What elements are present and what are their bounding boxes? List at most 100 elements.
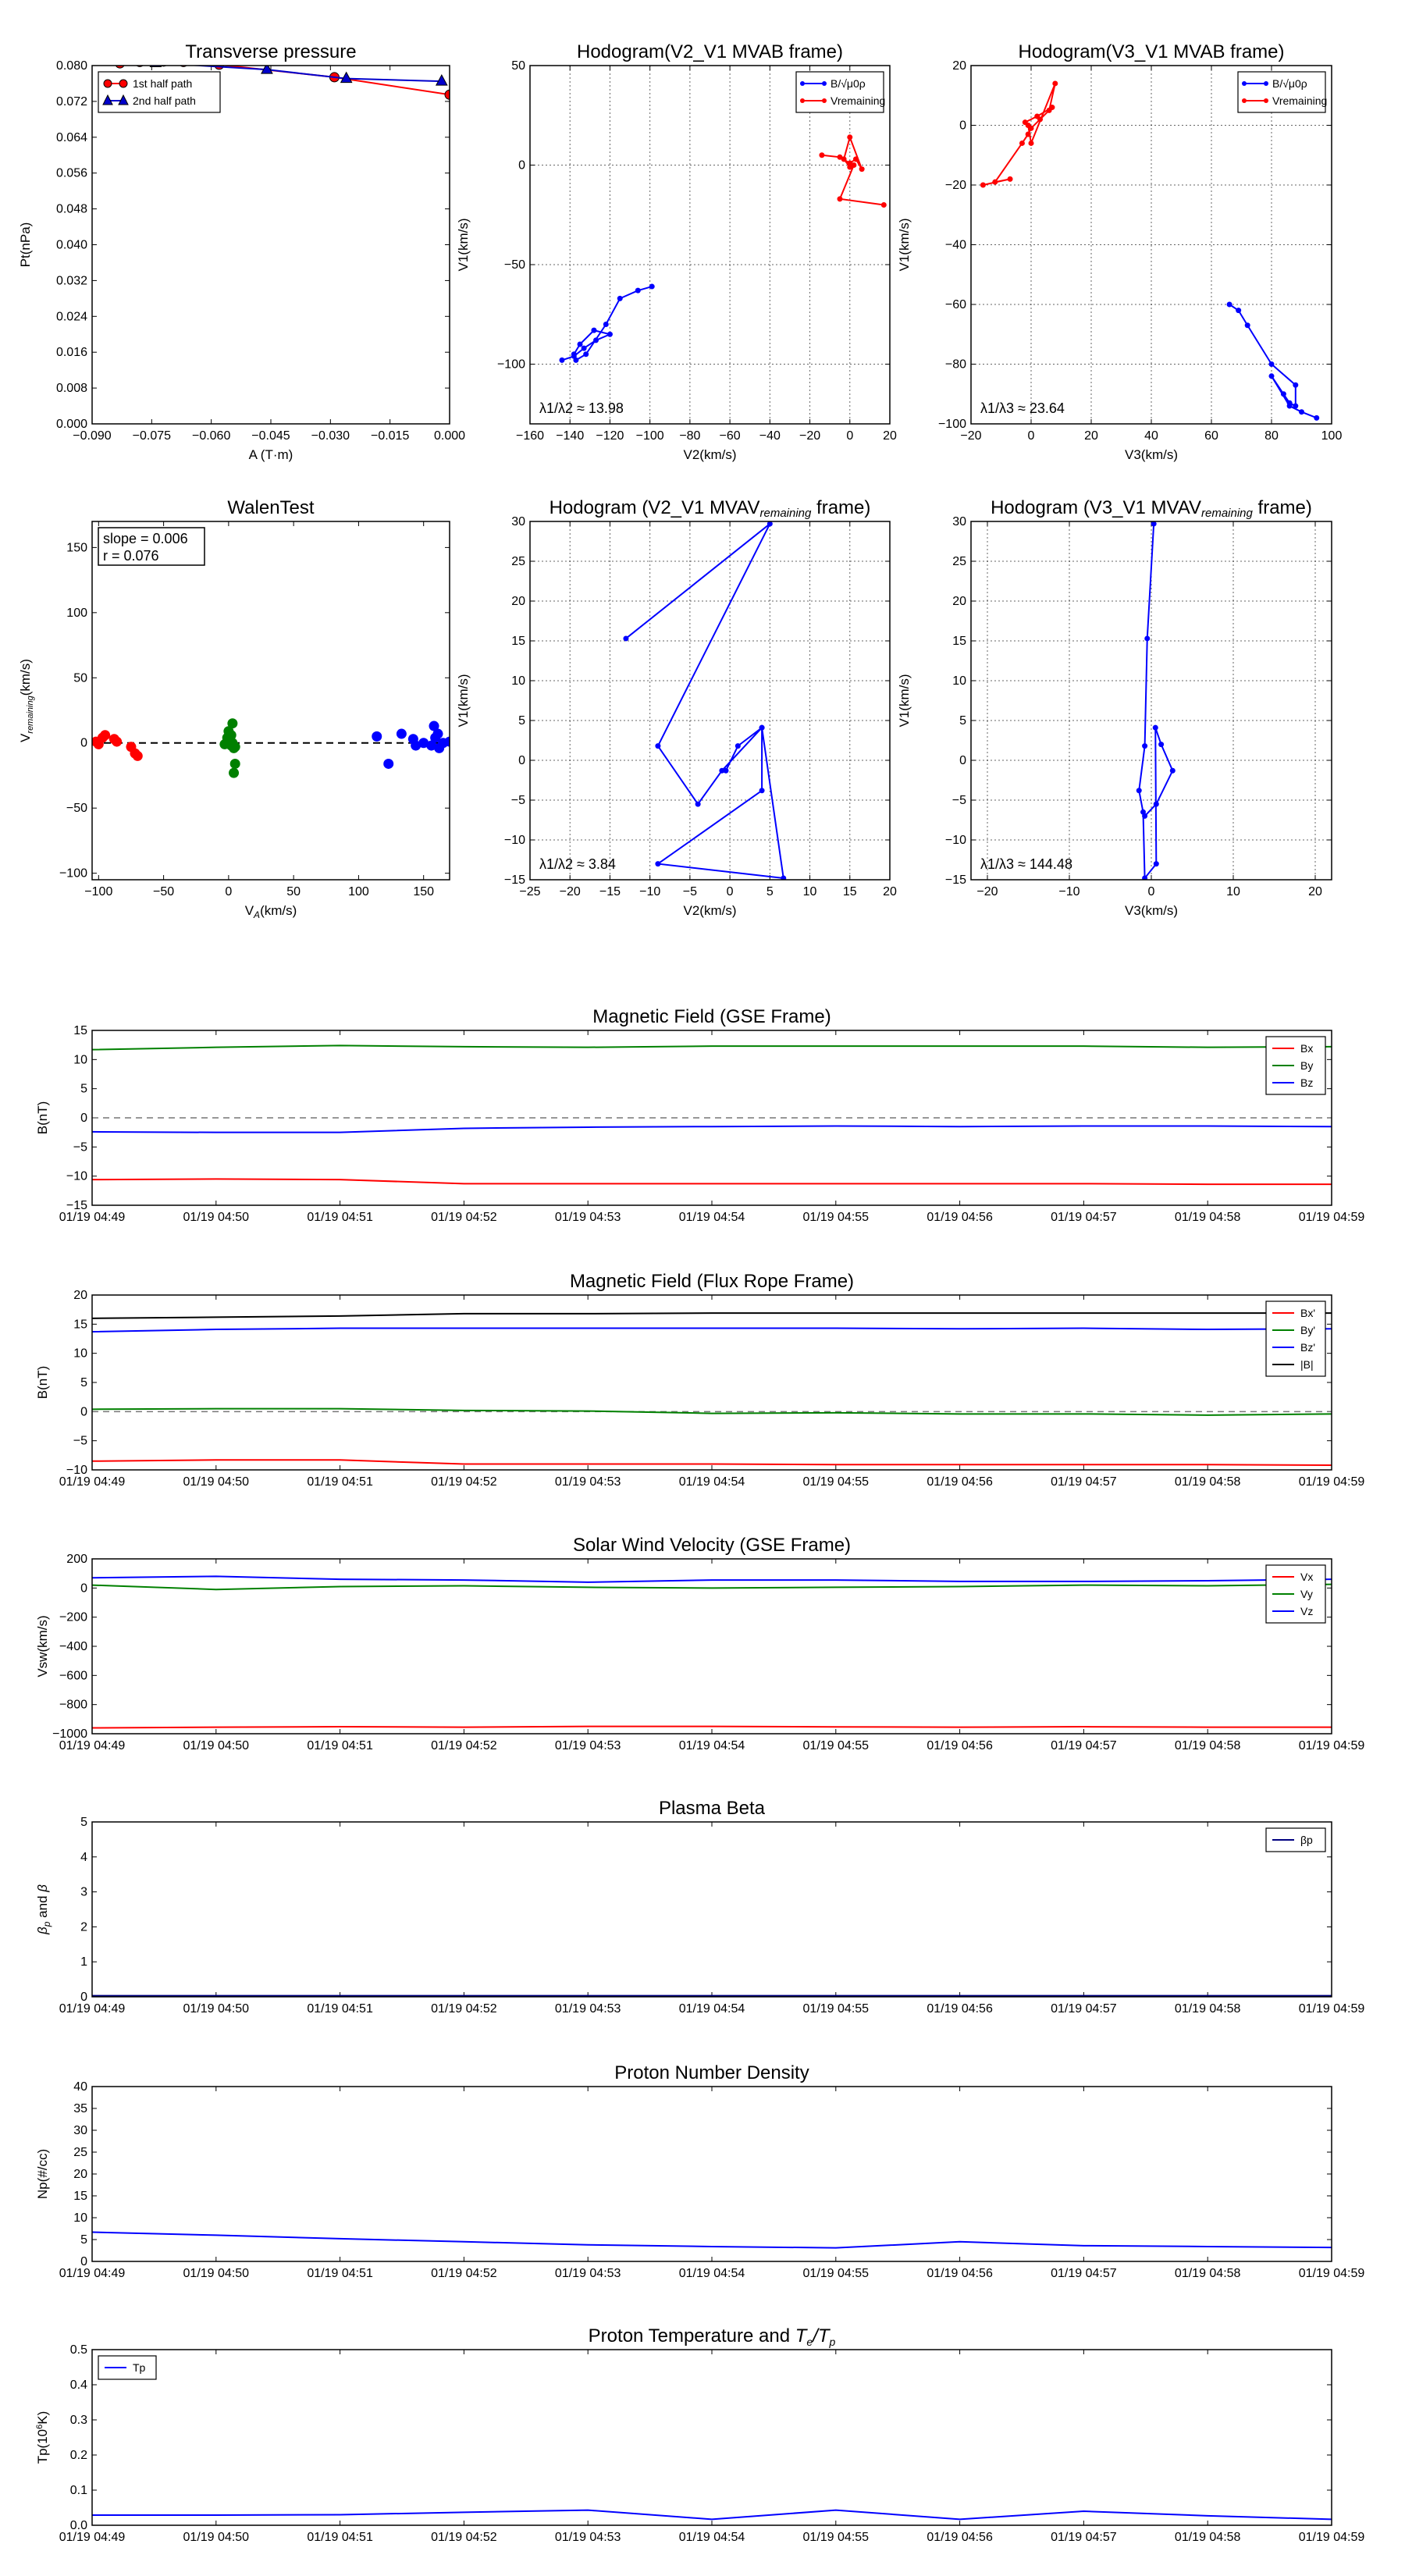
plot-area xyxy=(980,80,1320,421)
plot-area xyxy=(1136,521,1176,880)
x-tick-label: −25 xyxy=(519,885,540,898)
legend: B/√μ0ρ Vremaining xyxy=(795,71,885,113)
plot-area xyxy=(559,134,887,363)
y-tick-label: 25 xyxy=(511,555,525,568)
x-tick-label: 01/19 04:55 xyxy=(803,1475,870,1489)
panel-8: 01/19 04:49 01/19 04:50 01/19 04:51 01/19 0… xyxy=(35,1535,1364,1752)
y-tick-label: 35 xyxy=(73,2102,87,2115)
y-tick-label: −100 xyxy=(59,867,87,881)
y-tick-label: 0.3 xyxy=(70,2414,87,2427)
legend-marker xyxy=(800,98,805,103)
y-tick-label: −10 xyxy=(66,1464,87,1477)
y-tick-label: 0.040 xyxy=(56,239,87,252)
y-axis-label: V1(km/s) xyxy=(456,674,471,728)
x-tick-label: 01/19 04:52 xyxy=(431,1211,497,1224)
x-tick-label: −10 xyxy=(1058,885,1080,898)
panel-1: −160 −140 −120 −100 −80 −60 −40 −20 0 20 −100 −50 0 5… xyxy=(456,41,897,462)
x-tick-label: 01/19 04:53 xyxy=(555,1211,621,1224)
y-axis-label: V1(km/s) xyxy=(897,674,912,728)
series-3-line xyxy=(92,1312,1332,1319)
y-tick-label: −60 xyxy=(945,298,966,311)
x-tick-label: 01/19 04:57 xyxy=(1051,2002,1117,2016)
y-tick-label: 1 xyxy=(80,1955,87,1969)
series-2-line xyxy=(92,1575,1332,1583)
y-tick-label: 0 xyxy=(959,119,966,133)
y-tick-label: 150 xyxy=(66,541,87,554)
data-point xyxy=(229,758,240,769)
plot-frame xyxy=(529,65,891,425)
data-point xyxy=(606,331,613,337)
chart-title: Solar Wind Velocity (GSE Frame) xyxy=(573,1535,851,1556)
data-point xyxy=(396,728,407,739)
x-tick-label: 01/19 04:57 xyxy=(1051,2531,1117,2544)
y-tick-label: 0 xyxy=(80,2255,87,2268)
data-point xyxy=(603,322,609,327)
legend: βp xyxy=(1265,1827,1326,1852)
data-point xyxy=(112,736,123,747)
y-tick-label: 0.056 xyxy=(56,167,87,180)
x-tick-label: 01/19 04:54 xyxy=(679,1475,745,1489)
chart-title: Hodogram(V3_V1 MVAB frame) xyxy=(1018,41,1284,62)
legend-label: Bx' xyxy=(1300,1307,1315,1319)
data-point xyxy=(1236,308,1242,314)
legend-label: Bx xyxy=(1300,1042,1313,1055)
data-point xyxy=(432,728,443,739)
y-axis-label: Pt(nPa) xyxy=(18,222,33,268)
data-point xyxy=(1052,80,1058,87)
data-point xyxy=(160,66,167,67)
y-tick-label: 0.016 xyxy=(56,346,87,359)
y-tick-label: −15 xyxy=(945,873,966,887)
x-tick-label: 01/19 04:56 xyxy=(927,2267,993,2280)
y-tick-label: −15 xyxy=(504,873,525,887)
y-axis-label: V1(km/s) xyxy=(456,219,471,272)
data-point xyxy=(992,179,998,185)
y-tick-label: 0.064 xyxy=(56,131,87,144)
x-tick-label: 0 xyxy=(846,429,853,443)
x-tick-label: −20 xyxy=(960,429,981,443)
x-tick-label: 01/19 04:58 xyxy=(1175,2002,1241,2016)
x-tick-label: 01/19 04:49 xyxy=(59,2531,126,2544)
y-tick-label: 0 xyxy=(518,754,525,767)
label-rest: (km/s) xyxy=(260,903,297,918)
legend-label: Vz xyxy=(1300,1605,1313,1617)
x-tick-label: 01/19 04:57 xyxy=(1051,1475,1117,1489)
data-point xyxy=(852,156,859,162)
annotation-eigen-ratio: λ1/λ2 ≈ 13.98 xyxy=(539,400,624,416)
y-axis-label: Np(#/cc) xyxy=(35,2149,50,2199)
x-tick-label: 01/19 04:57 xyxy=(1051,1211,1117,1224)
data-point xyxy=(1028,140,1034,146)
data-point xyxy=(617,295,623,301)
title-rest: frame) xyxy=(1253,497,1312,518)
legend-label: Vx xyxy=(1300,1571,1313,1583)
y-tick-label: 0.2 xyxy=(70,2449,87,2462)
y-tick-label: 0.048 xyxy=(56,203,87,216)
legend-label: 2nd half path xyxy=(133,94,196,107)
data-point xyxy=(1022,119,1028,126)
y-tick-label: 20 xyxy=(73,1289,87,1302)
legend-marker xyxy=(1242,81,1247,86)
data-point xyxy=(1293,403,1299,409)
y-tick-label: 0.072 xyxy=(56,95,87,109)
y-tick-label: 0.024 xyxy=(56,310,87,323)
x-tick-label: 01/19 04:50 xyxy=(183,2531,250,2544)
x-tick-label: −100 xyxy=(636,429,664,443)
chart-title: Hodogram (V2_V1 MVAVremaining frame) xyxy=(550,497,871,520)
chart-title: Transverse pressure xyxy=(185,41,356,62)
figure-canvas: −0.090 −0.075 −0.060 −0.045 −0.030 −0.015 0.00… xyxy=(18,41,1364,2544)
data-point xyxy=(1226,301,1232,308)
legend-label: βp xyxy=(1300,1834,1313,1846)
x-tick-label: 0 xyxy=(1148,885,1155,898)
data-point xyxy=(635,287,641,294)
data-point xyxy=(383,758,394,769)
data-point xyxy=(1244,322,1250,329)
plot-area xyxy=(92,1044,1332,1186)
annotation-box: slope = 0.006 r = 0.076 xyxy=(98,527,205,566)
y-tick-label: 25 xyxy=(73,2146,87,2159)
legend-label: B/√μ0ρ xyxy=(831,77,866,90)
chart-title: Hodogram(V2_V1 MVAB frame) xyxy=(577,41,843,62)
annotation-eigen-ratio: λ1/λ2 ≈ 3.84 xyxy=(539,856,616,872)
title-math: e xyxy=(806,2336,813,2348)
y-tick-label: 100 xyxy=(66,607,87,620)
chart-title: WalenTest xyxy=(227,497,314,518)
y-tick-label: −15 xyxy=(66,1199,87,1212)
